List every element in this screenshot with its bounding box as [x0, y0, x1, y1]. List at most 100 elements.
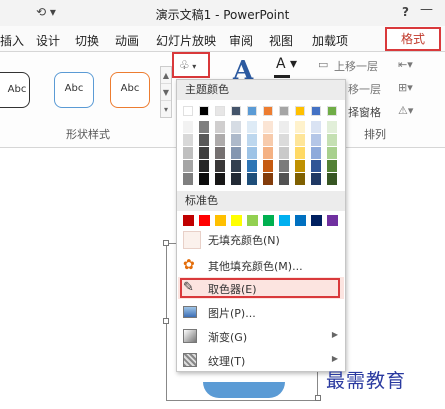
theme-color-swatch[interactable] — [199, 106, 209, 116]
theme-shade-swatch[interactable] — [247, 134, 257, 146]
theme-shade-swatch[interactable] — [295, 134, 305, 146]
theme-shade-swatch[interactable] — [311, 121, 321, 133]
standard-color-swatch[interactable] — [199, 215, 210, 226]
theme-color-swatch[interactable] — [247, 106, 257, 116]
standard-color-swatch[interactable] — [215, 215, 226, 226]
theme-shade-swatch[interactable] — [327, 173, 337, 185]
theme-shade-swatch[interactable] — [279, 160, 289, 172]
theme-shade-swatch[interactable] — [215, 121, 225, 133]
tab-review[interactable]: 审阅 — [229, 32, 253, 49]
theme-shade-swatch[interactable] — [263, 134, 273, 146]
shape-style-1[interactable]: Abc — [0, 72, 30, 108]
picture-fill-item[interactable]: 图片(P)... — [178, 301, 344, 323]
theme-color-swatch[interactable] — [183, 106, 193, 116]
theme-color-swatch[interactable] — [311, 106, 321, 116]
eyedropper-item[interactable]: ✎ 取色器(E) — [178, 277, 344, 299]
theme-color-swatch[interactable] — [295, 106, 305, 116]
bring-forward-button[interactable]: 上移一层 — [334, 58, 378, 74]
minimize-button[interactable]: — — [420, 2, 433, 17]
theme-shade-swatch[interactable] — [215, 147, 225, 159]
theme-shade-swatch[interactable] — [231, 173, 241, 185]
theme-shade-swatch[interactable] — [183, 121, 193, 133]
tab-slideshow[interactable]: 幻灯片放映 — [156, 32, 216, 49]
theme-shade-swatch[interactable] — [311, 134, 321, 146]
group-icon[interactable]: ⊞▾ — [398, 81, 413, 94]
theme-shade-swatch[interactable] — [199, 121, 209, 133]
circle-shape[interactable] — [203, 382, 285, 398]
theme-shade-swatch[interactable] — [231, 134, 241, 146]
theme-shade-swatch[interactable] — [199, 134, 209, 146]
shape-fill-button[interactable]: ♧ ▾ — [172, 52, 210, 78]
gallery-down-icon[interactable]: ▼ — [161, 84, 171, 101]
theme-shade-swatch[interactable] — [247, 173, 257, 185]
shape-style-3[interactable]: Abc — [110, 72, 150, 108]
standard-color-swatch[interactable] — [295, 215, 306, 226]
standard-color-swatch[interactable] — [311, 215, 322, 226]
text-fill-icon[interactable]: A ▾ — [276, 56, 297, 72]
theme-shade-swatch[interactable] — [183, 160, 193, 172]
gallery-up-icon[interactable]: ▲ — [161, 67, 171, 84]
theme-shade-swatch[interactable] — [183, 134, 193, 146]
theme-shade-swatch[interactable] — [279, 147, 289, 159]
tab-view[interactable]: 视图 — [269, 32, 293, 49]
standard-color-swatch[interactable] — [183, 215, 194, 226]
theme-shade-swatch[interactable] — [327, 134, 337, 146]
theme-shade-swatch[interactable] — [215, 173, 225, 185]
more-fill-colors-item[interactable]: ✿ 其他填充颜色(M)... — [178, 254, 344, 276]
align-icon[interactable]: ⇤▾ — [398, 58, 413, 71]
rotate-icon[interactable]: ⚠▾ — [398, 104, 413, 117]
no-fill-item[interactable]: 无填充颜色(N) — [178, 228, 344, 250]
theme-shade-swatch[interactable] — [215, 160, 225, 172]
theme-shade-swatch[interactable] — [279, 134, 289, 146]
theme-shade-swatch[interactable] — [247, 147, 257, 159]
theme-color-swatch[interactable] — [279, 106, 289, 116]
theme-shade-swatch[interactable] — [199, 160, 209, 172]
theme-shade-swatch[interactable] — [215, 134, 225, 146]
style-gallery-scroll[interactable]: ▲ ▼ ▾ — [160, 66, 172, 118]
theme-shade-swatch[interactable] — [295, 147, 305, 159]
theme-shade-swatch[interactable] — [199, 147, 209, 159]
shape-style-2[interactable]: Abc — [54, 72, 94, 108]
theme-shade-swatch[interactable] — [295, 173, 305, 185]
standard-color-swatch[interactable] — [231, 215, 242, 226]
theme-shade-swatch[interactable] — [327, 160, 337, 172]
theme-shade-swatch[interactable] — [183, 173, 193, 185]
theme-shade-swatch[interactable] — [247, 121, 257, 133]
standard-color-swatch[interactable] — [327, 215, 338, 226]
tab-insert[interactable]: 插入 — [0, 32, 24, 49]
theme-color-swatch[interactable] — [263, 106, 273, 116]
theme-shade-swatch[interactable] — [231, 147, 241, 159]
tab-addins[interactable]: 加载项 — [312, 32, 348, 49]
theme-shade-swatch[interactable] — [327, 121, 337, 133]
theme-color-swatch[interactable] — [215, 106, 225, 116]
tab-animations[interactable]: 动画 — [115, 32, 139, 49]
tab-format[interactable]: 格式 — [385, 27, 441, 51]
standard-color-swatch[interactable] — [247, 215, 258, 226]
theme-shade-swatch[interactable] — [295, 121, 305, 133]
theme-color-swatch[interactable] — [231, 106, 241, 116]
theme-color-swatch[interactable] — [327, 106, 337, 116]
theme-shade-swatch[interactable] — [263, 160, 273, 172]
resize-handle[interactable] — [315, 395, 321, 401]
help-button[interactable]: ? — [402, 5, 409, 19]
theme-shade-swatch[interactable] — [247, 160, 257, 172]
texture-fill-item[interactable]: 纹理(T) ▶ — [178, 349, 344, 371]
tab-design[interactable]: 设计 — [36, 32, 60, 49]
theme-shade-swatch[interactable] — [263, 147, 273, 159]
theme-shade-swatch[interactable] — [279, 121, 289, 133]
theme-shade-swatch[interactable] — [199, 173, 209, 185]
gallery-more-icon[interactable]: ▾ — [161, 101, 171, 118]
resize-handle[interactable] — [163, 240, 169, 246]
resize-handle[interactable] — [163, 318, 169, 324]
theme-shade-swatch[interactable] — [183, 147, 193, 159]
selection-pane-button[interactable]: 择窗格 — [348, 104, 381, 120]
theme-shade-swatch[interactable] — [263, 121, 273, 133]
theme-shade-swatch[interactable] — [311, 147, 321, 159]
standard-color-swatch[interactable] — [279, 215, 290, 226]
theme-shade-swatch[interactable] — [231, 160, 241, 172]
theme-shade-swatch[interactable] — [311, 160, 321, 172]
standard-color-swatch[interactable] — [263, 215, 274, 226]
tab-transitions[interactable]: 切换 — [75, 32, 99, 49]
theme-shade-swatch[interactable] — [327, 147, 337, 159]
send-backward-button[interactable]: 移一层 — [348, 81, 381, 97]
